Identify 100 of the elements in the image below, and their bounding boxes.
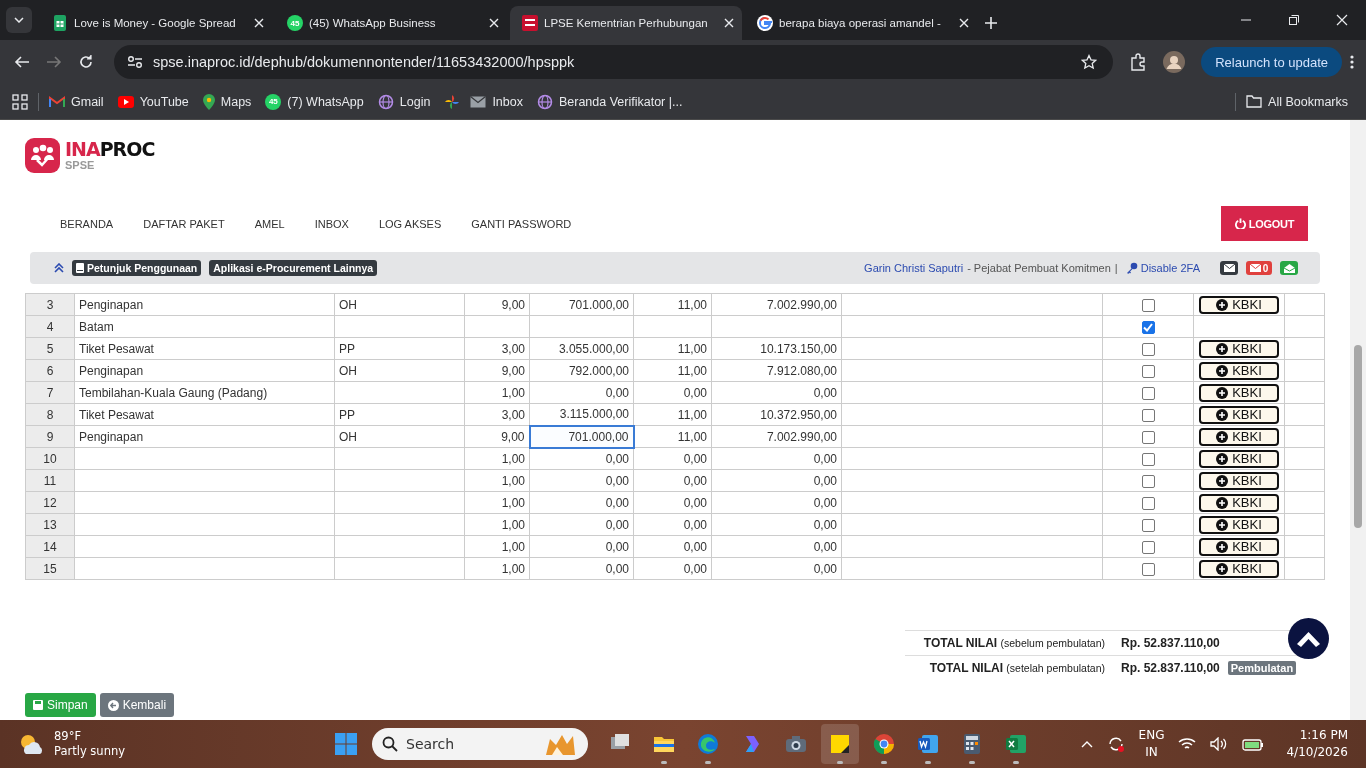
mail-icon[interactable]: [1220, 261, 1238, 275]
table-cell: 11,00: [677, 429, 707, 444]
windows-start-icon[interactable]: [334, 732, 358, 756]
bookmark-link[interactable]: Inbox: [470, 94, 523, 109]
nav-link[interactable]: DAFTAR PAKET: [143, 217, 225, 230]
row-number: 6: [46, 363, 54, 378]
clock[interactable]: 1:16 PM 4/10/2026: [1286, 727, 1348, 761]
kbki-button[interactable]: KBKI: [1199, 405, 1279, 424]
nav-link[interactable]: BERANDA: [60, 217, 114, 230]
checkbox[interactable]: [1141, 540, 1155, 554]
language-indicator[interactable]: ENG IN: [1138, 727, 1165, 761]
kbki-button[interactable]: KBKI: [1199, 559, 1279, 578]
checkbox[interactable]: [1141, 408, 1155, 422]
all-bookmarks-link[interactable]: All Bookmarks: [1246, 94, 1348, 109]
table-cell: PP: [339, 341, 355, 356]
battery-icon[interactable]: [1242, 737, 1265, 751]
kbki-button[interactable]: KBKI: [1199, 427, 1279, 446]
apps-link[interactable]: Aplikasi e-Procurement Lainnya: [209, 260, 378, 276]
row-number: 14: [43, 539, 57, 554]
kbki-button[interactable]: KBKI: [1199, 449, 1279, 468]
close-icon[interactable]: [489, 18, 499, 28]
extensions-icon[interactable]: [1129, 53, 1148, 71]
sticky-note-icon[interactable]: [828, 732, 852, 756]
logout-button[interactable]: LOGOUT: [1221, 206, 1308, 241]
checkbox[interactable]: [1141, 562, 1155, 576]
browser-tab[interactable]: Love is Money - Google Spread: [40, 6, 272, 40]
browser-tab[interactable]: 45 (45) WhatsApp Business: [275, 6, 507, 40]
pinwheel-icon[interactable]: [444, 93, 461, 110]
checkbox[interactable]: [1141, 452, 1155, 466]
checkbox[interactable]: [1141, 518, 1155, 532]
back-button[interactable]: Kembali: [99, 693, 175, 717]
maximize-icon[interactable]: [1288, 14, 1300, 26]
weather-text: Partly sunny: [54, 744, 126, 759]
bookmark-link[interactable]: 45 (7) WhatsApp: [265, 93, 364, 110]
kbki-button[interactable]: KBKI: [1199, 339, 1279, 358]
address-bar[interactable]: spse.inaproc.id/dephub/dokumennontender/11653432000/hpsppk: [114, 45, 1114, 79]
new-tab-icon[interactable]: [984, 16, 998, 30]
checkbox[interactable]: [1141, 298, 1155, 312]
table-cell: 0,00: [605, 385, 629, 400]
scrollbar[interactable]: [1350, 120, 1366, 720]
rounding-button[interactable]: Pembulatan: [1227, 661, 1297, 675]
word-icon[interactable]: [916, 732, 940, 756]
kbki-button[interactable]: KBKI: [1199, 383, 1279, 402]
checkbox[interactable]: [1141, 386, 1155, 400]
bookmark-link[interactable]: Gmail: [49, 94, 104, 109]
chevron-up-icon[interactable]: [1080, 740, 1093, 748]
scroll-to-top-icon[interactable]: [1288, 618, 1329, 659]
help-link[interactable]: Petunjuk Penggunaan: [72, 260, 202, 276]
table-cell: 0,00: [605, 451, 629, 466]
kbki-button[interactable]: KBKI: [1199, 515, 1279, 534]
checkbox[interactable]: [1141, 320, 1155, 334]
kbki-button[interactable]: KBKI: [1199, 361, 1279, 380]
nav-link[interactable]: AMEL: [254, 217, 285, 230]
back-arrow-icon[interactable]: [14, 54, 30, 70]
disable-2fa-link[interactable]: Disable 2FA: [1125, 262, 1200, 274]
wifi-icon[interactable]: [1178, 737, 1197, 751]
open-mail-icon[interactable]: [1280, 261, 1298, 275]
bookmark-link[interactable]: Login: [377, 93, 431, 110]
close-icon[interactable]: [959, 18, 969, 28]
profile-avatar-icon[interactable]: [1163, 51, 1186, 73]
sync-icon[interactable]: [1106, 735, 1125, 753]
table-cell: Tiket Pesawat: [79, 407, 154, 422]
forward-arrow-icon[interactable]: [46, 54, 62, 70]
user-name-link[interactable]: Garin Christi Saputri: [864, 262, 964, 274]
speaker-icon[interactable]: [1210, 737, 1229, 751]
checkbox[interactable]: [1141, 342, 1155, 356]
checkbox[interactable]: [1141, 430, 1155, 444]
apps-grid-icon[interactable]: [12, 93, 28, 110]
site-settings-icon[interactable]: [127, 55, 143, 69]
relaunch-button[interactable]: Relaunch to update: [1201, 47, 1342, 77]
envelope-icon: [1223, 264, 1235, 272]
menu-icon[interactable]: [1350, 55, 1354, 69]
unread-mail-badge[interactable]: 0: [1246, 261, 1272, 275]
bookmark-link[interactable]: Maps: [202, 93, 252, 110]
checkbox[interactable]: [1141, 364, 1155, 378]
bookmark-link[interactable]: Beranda Verifikator |...: [536, 93, 683, 110]
browser-tab[interactable]: LPSE Kementrian Perhubungan: [510, 6, 742, 40]
excel-icon[interactable]: [1004, 732, 1028, 756]
close-icon[interactable]: [254, 18, 264, 28]
table-cell: 701.000,00: [568, 429, 629, 444]
reload-icon[interactable]: [78, 54, 94, 70]
nav-link[interactable]: GANTI PASSWORD: [471, 217, 572, 230]
close-icon[interactable]: [1336, 14, 1348, 26]
search-field[interactable]: Search: [372, 728, 588, 760]
table-cell: 0,00: [683, 561, 707, 576]
double-chevron-up-icon[interactable]: [54, 263, 64, 273]
bookmark-link[interactable]: YouTube: [117, 94, 189, 109]
close-icon[interactable]: [724, 18, 734, 28]
checkbox[interactable]: [1141, 496, 1155, 510]
nav-link[interactable]: INBOX: [314, 217, 349, 230]
kbki-button[interactable]: KBKI: [1199, 537, 1279, 556]
star-icon[interactable]: [1081, 54, 1098, 70]
nav-link[interactable]: LOG AKSES: [378, 217, 442, 230]
checkbox[interactable]: [1141, 474, 1155, 488]
kbki-button[interactable]: KBKI: [1199, 471, 1279, 490]
kbki-button[interactable]: KBKI: [1199, 493, 1279, 512]
browser-tab[interactable]: berapa biaya operasi amandel -: [745, 6, 977, 40]
kbki-button[interactable]: KBKI: [1199, 295, 1279, 314]
tab-search-button[interactable]: [6, 7, 32, 33]
chrome-icon[interactable]: [872, 732, 896, 756]
